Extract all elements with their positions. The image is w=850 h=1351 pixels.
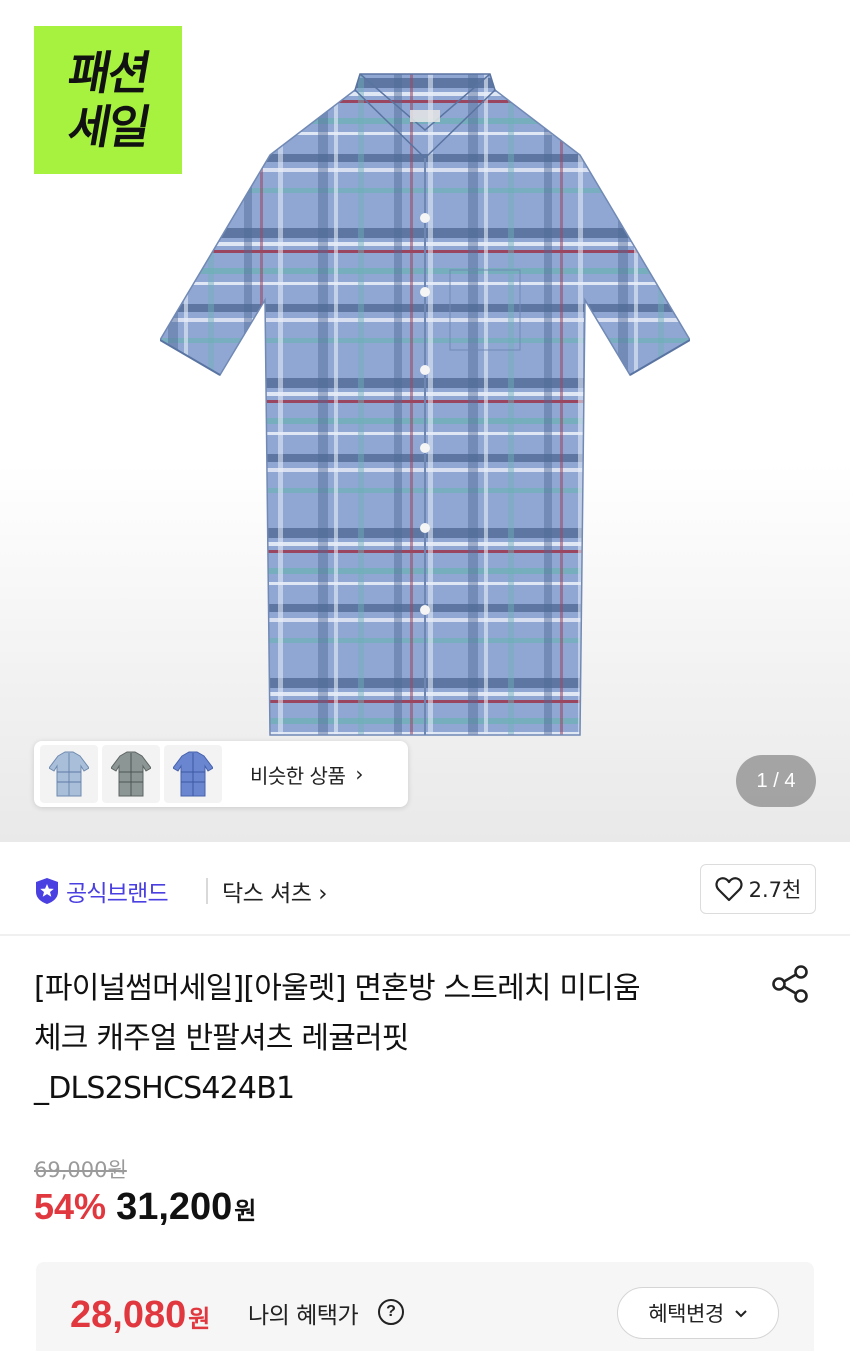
change-benefit-button[interactable]: 혜택변경 (617, 1287, 779, 1339)
star-badge-icon (36, 878, 58, 904)
sale-price: 31,200 (116, 1186, 233, 1228)
benefit-price: 28,080 원 (70, 1294, 210, 1337)
official-brand-badge: 공식브랜드 (34, 874, 169, 908)
product-title-line-1: [파이널썸머세일][아울렛] 면혼방 스트레치 미디움 (34, 971, 641, 1006)
image-pager-indicator: 1 / 4 (736, 755, 816, 807)
similar-product-thumbnail-2[interactable] (102, 745, 160, 803)
product-image[interactable] (160, 70, 690, 770)
product-image-gallery[interactable]: 패션 세일 비슷한 상품 › 1 / 4 (0, 0, 850, 842)
share-button[interactable] (768, 962, 812, 1006)
similar-product-thumbnail-3[interactable] (164, 745, 222, 803)
similar-products-label: 비슷한 상품 (250, 763, 346, 788)
discount-rate: 54% (34, 1186, 107, 1227)
product-title-line-2: 체크 캐주얼 반팔셔츠 레귤러핏 (34, 1021, 409, 1056)
sale-price-currency: 원 (234, 1197, 257, 1225)
product-title-line-3: _DLS2SHCS424B1 (34, 1071, 295, 1106)
price-row: 54% 31,200 원 (34, 1186, 256, 1229)
benefit-price-currency: 원 (188, 1305, 211, 1333)
share-icon (772, 965, 808, 1003)
my-benefit-price-box: 28,080 원 나의 혜택가 ? 혜택변경 (36, 1262, 814, 1351)
sale-badge-line-2: 세일 (63, 100, 153, 154)
benefit-price-amount: 28,080 (70, 1294, 187, 1336)
chevron-right-icon: › (355, 762, 364, 786)
official-brand-label: 공식브랜드 (66, 881, 169, 907)
like-button[interactable]: 2.7천 (700, 864, 816, 914)
help-icon[interactable]: ? (378, 1299, 404, 1325)
chevron-down-icon (734, 1304, 748, 1323)
sale-badge-line-1: 패션 (63, 46, 153, 100)
brand-row: 공식브랜드 닥스 셔츠 › 2.7천 (0, 842, 850, 936)
similar-products-button[interactable]: 비슷한 상품 › (34, 741, 408, 807)
similar-product-thumbnail-1[interactable] (40, 745, 98, 803)
like-count: 2.7천 (748, 878, 802, 902)
benefit-price-label: 나의 혜택가 (248, 1303, 359, 1329)
original-price: 69,000원 (34, 1158, 127, 1182)
brand-store-link[interactable]: 닥스 셔츠 › (222, 874, 327, 908)
heart-icon (715, 877, 743, 902)
divider (206, 878, 208, 904)
product-title: [파이널썸머세일][아울렛] 면혼방 스트레치 미디움 체크 캐주얼 반팔셔츠 … (34, 964, 744, 1114)
change-benefit-label: 혜택변경 (648, 1302, 724, 1326)
